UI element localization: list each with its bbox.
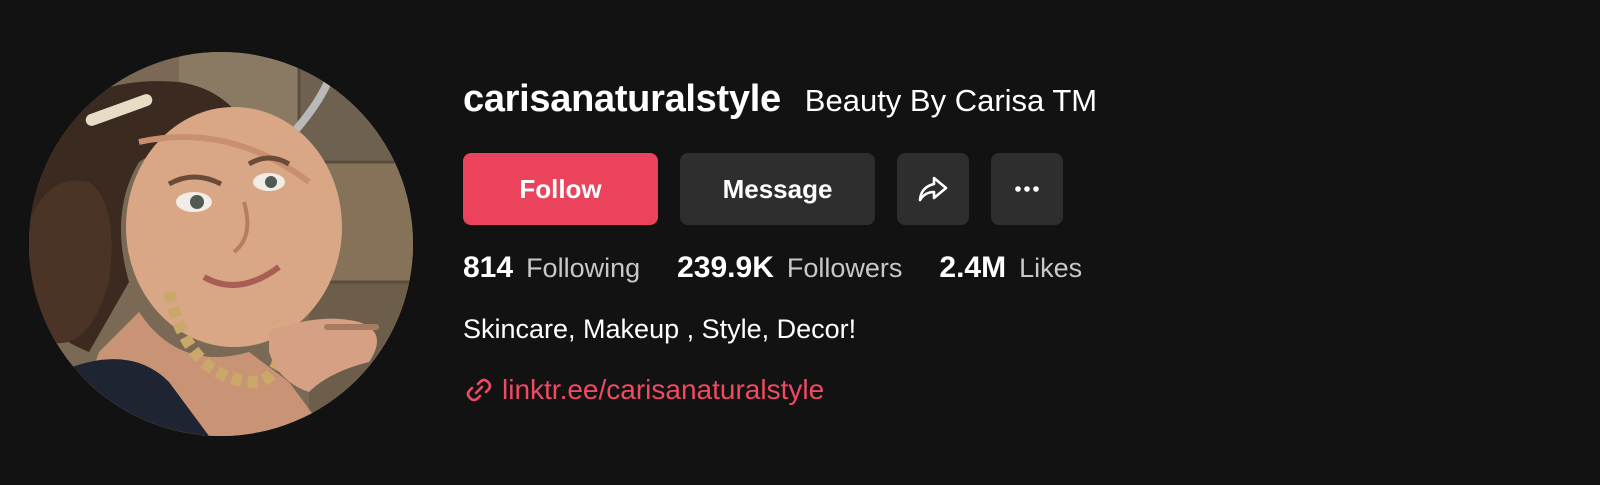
message-button[interactable]: Message <box>680 153 875 225</box>
stat-followers[interactable]: 239.9K Followers <box>677 251 902 285</box>
stat-likes: 2.4M Likes <box>939 251 1082 285</box>
action-buttons: Follow Message <box>463 153 1063 225</box>
share-icon <box>918 176 948 202</box>
more-button[interactable] <box>991 153 1063 225</box>
nickname: Beauty By Carisa TM <box>804 83 1098 118</box>
title-row: carisanaturalstyle Beauty By Carisa TM <box>463 78 1097 132</box>
followers-count: 239.9K <box>677 251 774 284</box>
bio: Skincare, Makeup , Style, Decor! <box>463 314 857 344</box>
stat-following[interactable]: 814 Following <box>463 251 640 285</box>
following-label: Following <box>526 253 641 283</box>
more-icon <box>1015 186 1039 192</box>
likes-label: Likes <box>1019 253 1083 283</box>
profile-link[interactable]: linktr.ee/carisanaturalstyle <box>465 374 824 406</box>
share-button[interactable] <box>897 153 969 225</box>
profile-photo <box>29 52 413 436</box>
link-icon <box>466 378 492 402</box>
follow-button[interactable]: Follow <box>463 153 658 225</box>
profile-header: carisanaturalstyle Beauty By Carisa TM F… <box>463 78 1097 405</box>
avatar[interactable] <box>29 52 413 436</box>
likes-count: 2.4M <box>939 251 1007 284</box>
followers-label: Followers <box>786 253 903 283</box>
link-text[interactable]: linktr.ee/carisanaturalstyle <box>502 374 824 406</box>
username: carisanaturalstyle <box>463 78 781 120</box>
following-count: 814 <box>463 251 514 284</box>
profile-stats: 814 Following 239.9K Followers 2.4M Like… <box>463 251 1119 285</box>
